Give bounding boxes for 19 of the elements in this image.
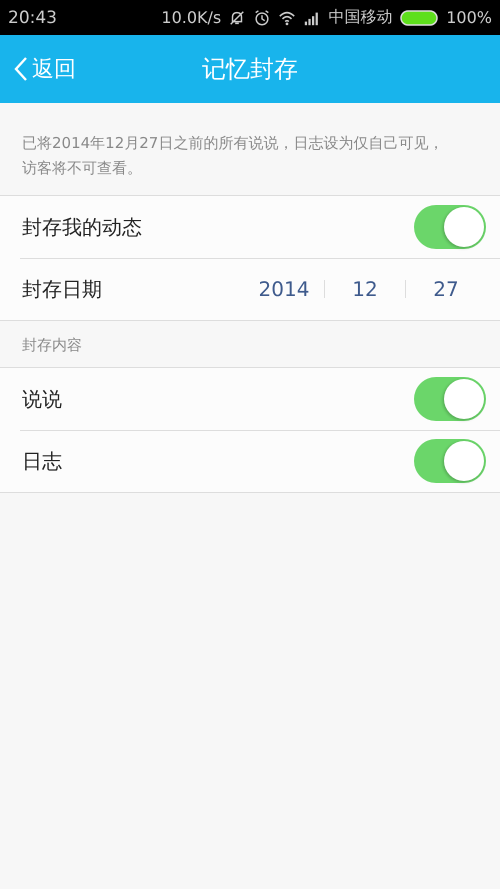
setting-label: 封存日期: [22, 276, 102, 302]
chevron-left-icon: [14, 55, 28, 83]
muted-bell-icon: [228, 8, 246, 26]
clock-time: 20:43: [8, 8, 57, 28]
toggle-switch[interactable]: [414, 439, 486, 483]
toggle-switch[interactable]: [414, 377, 486, 421]
setting-label: 日志: [22, 448, 62, 474]
network-speed: 10.0K/s: [161, 8, 222, 27]
date-value[interactable]: 2014: [244, 277, 324, 301]
battery-icon: [399, 8, 440, 26]
date-value[interactable]: 27: [406, 277, 486, 301]
battery-percent: 100%: [446, 8, 492, 27]
page-title: 记忆封存: [202, 54, 298, 85]
toggle-switch[interactable]: [414, 205, 486, 249]
setting-label: 说说: [22, 386, 62, 412]
carrier-name: 中国移动: [328, 7, 392, 28]
alarm-clock-icon: [253, 8, 272, 26]
setting-label: 封存我的动态: [22, 214, 142, 240]
date-value[interactable]: 12: [325, 277, 405, 301]
